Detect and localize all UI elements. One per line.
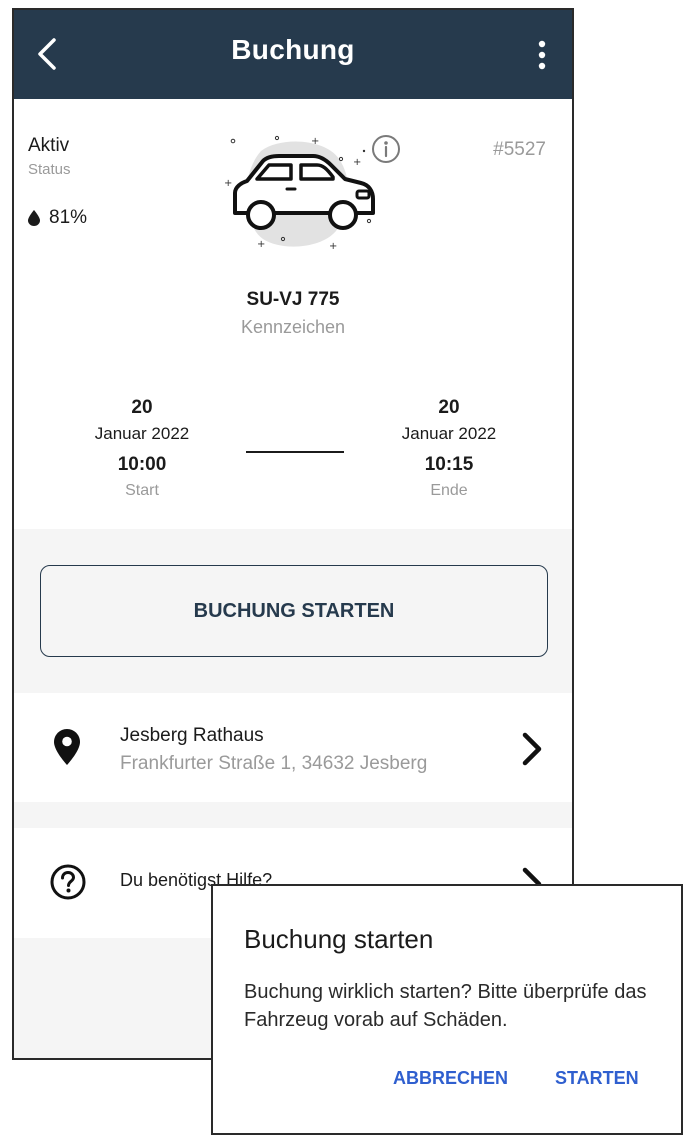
end-day: 20 [438,397,460,418]
fuel-level: 81% [28,207,87,229]
status-value: Aktiv [28,135,70,156]
action-section: BUCHUNG STARTEN [14,529,572,693]
dialog-confirm-button[interactable]: STARTEN [555,1068,639,1089]
help-question-icon [50,864,86,900]
location-row[interactable]: Jesberg Rathaus Frankfurter Straße 1, 34… [14,693,572,802]
car-illustration: + + + + + [224,135,375,252]
app-header: Buchung [14,10,572,99]
chevron-right-icon [522,732,542,766]
location-address: Frankfurter Straße 1, 34632 Jesberg [120,753,428,774]
info-icon [372,135,400,163]
start-month: Januar 2022 [94,424,190,443]
start-time: 10:00 [117,454,167,475]
fuel-drop-icon [28,210,40,226]
start-day: 20 [131,397,153,418]
location-pin-icon [54,729,80,765]
status-label: Status [28,161,71,178]
svg-text:+: + [329,241,337,252]
more-menu-button[interactable] [530,34,554,78]
location-name: Jesberg Rathaus [120,725,264,746]
end-label: Ende [430,482,468,499]
end-time: 10:15 [424,454,474,475]
svg-text:+: + [311,136,319,147]
page-title: Buchung [231,34,355,65]
start-datetime: 20 Januar 2022 10:00 Start [72,397,212,500]
dialog-cancel-button[interactable]: ABBRECHEN [393,1068,508,1089]
confirm-dialog: Buchung starten Buchung wirklich starten… [211,884,683,1135]
vehicle-summary: Aktiv Status 81% + + + + + #5527 SU-VJ 7… [14,99,572,529]
license-plate-label: Kennzeichen [240,317,346,337]
booking-id: #5527 [493,139,546,160]
more-vertical-icon [538,40,546,70]
license-plate: SU-VJ 775 [246,289,340,310]
end-month: Januar 2022 [401,424,497,443]
info-button[interactable] [371,134,401,169]
dialog-message: Buchung wirklich starten? Bitte überprüf… [244,981,647,1031]
start-label: Start [125,482,159,499]
section-gap [14,802,572,828]
fuel-value: 81% [49,207,88,228]
period-divider [246,451,344,453]
dialog-title: Buchung starten [244,924,434,954]
end-datetime: 20 Januar 2022 10:15 Ende [379,397,519,500]
start-booking-button[interactable]: BUCHUNG STARTEN [40,565,548,657]
svg-text:+: + [353,157,361,168]
svg-text:+: + [224,178,232,189]
svg-text:+: + [257,239,265,250]
